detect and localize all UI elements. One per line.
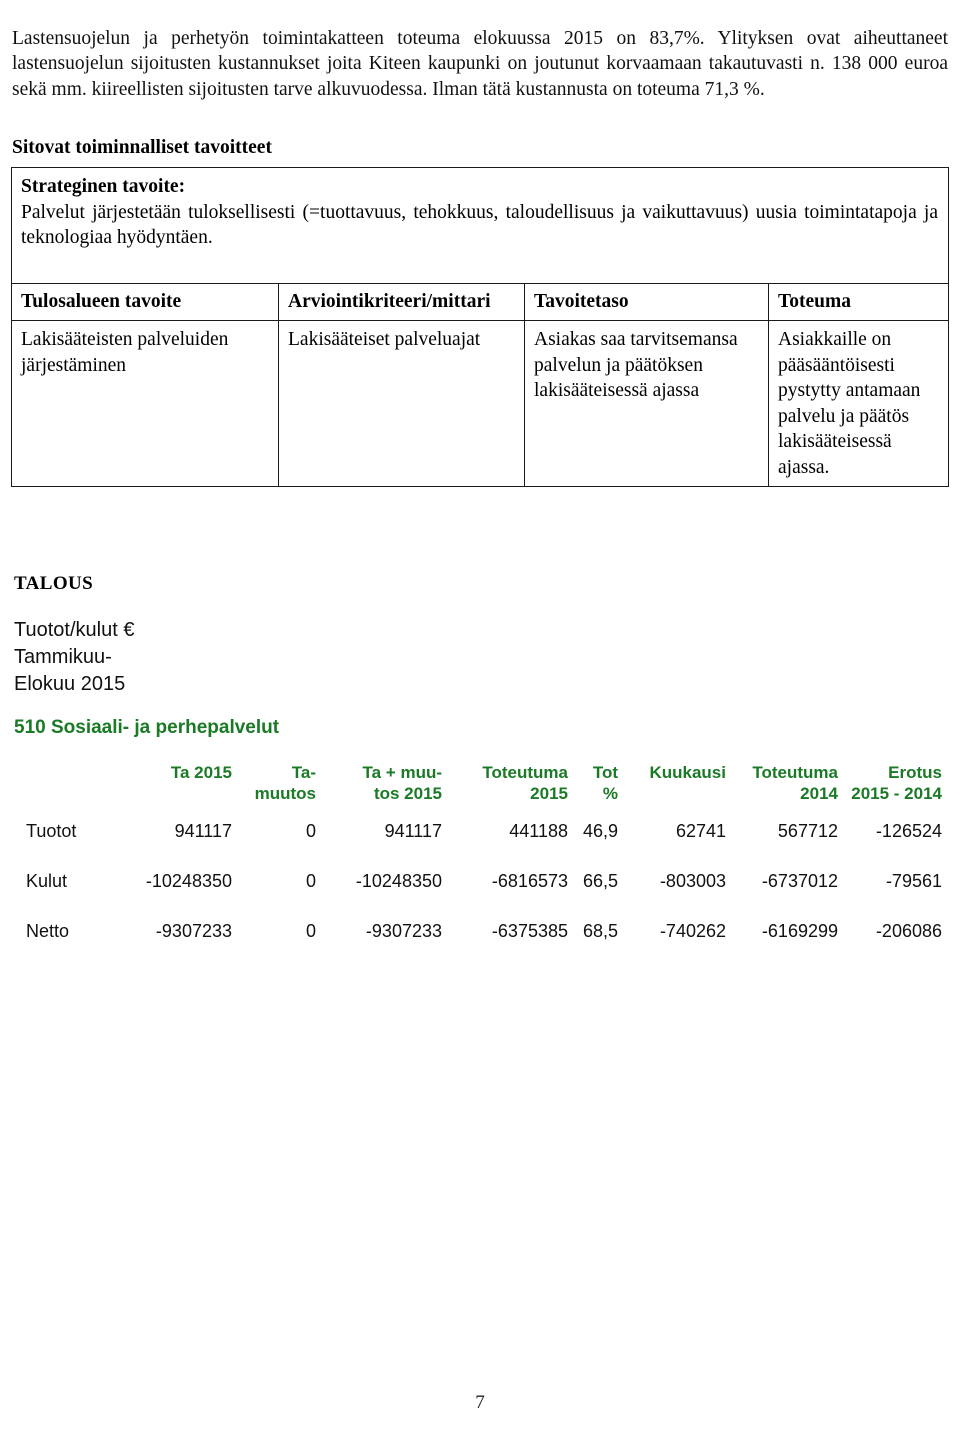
table-row: Kulut -10248350 0 -10248350 -6816573 66,…	[14, 856, 946, 906]
row-label-netto: Netto	[26, 921, 70, 941]
row-label-kulut: Kulut	[26, 871, 68, 891]
talous-heading: TALOUS	[14, 573, 94, 594]
cell-netto-toteutuma-2015: -6375385	[491, 921, 568, 941]
strategic-goal-label: Strateginen tavoite:	[21, 176, 186, 197]
column-header-arviointikriteeri: Arviointikriteeri/mittari	[278, 283, 525, 321]
cell-netto-ta-2015: -9307233	[155, 921, 232, 941]
cell-tuotot-erotus: -126524	[875, 821, 942, 841]
cell-kulut-toteutuma-2015: -6816573	[491, 871, 568, 891]
goals-table: Strateginen tavoite: Palvelut järjestetä…	[10, 167, 950, 487]
page-title: Sitovat toiminnalliset tavoitteet	[12, 137, 272, 159]
financial-table: Ta 2015 Ta- muutos Ta + muu- tos 2015 To…	[14, 762, 946, 956]
cell-tuotot-ta-plus-muutos: 941117	[384, 821, 442, 841]
row-label-tuotot: Tuotot	[26, 821, 77, 841]
cell-tuotot-ta-2015: 941117	[174, 821, 232, 841]
cell-kulut-kuukausi: -803003	[659, 871, 726, 891]
strategic-goal-row: Strateginen tavoite: Palvelut järjestetä…	[10, 167, 950, 284]
table-row: Lakisääteisten palveluiden järjestäminen…	[11, 320, 950, 487]
document-page: Lastensuojelun ja perhetyön toimintakatt…	[0, 0, 960, 1436]
column-header-tulosalueen-tavoite: Tulosalueen tavoite	[11, 283, 279, 321]
talous-subtitle: Tuotot/kulut € Tammikuu- Elokuu 2015	[14, 619, 135, 695]
goals-table-header-row: Tulosalueen tavoite Arviointikriteeri/mi…	[11, 283, 950, 321]
financial-column-header-erotus: Erotus 2015 - 2014	[851, 763, 942, 803]
column-header-tavoitetaso: Tavoitetaso	[524, 283, 769, 321]
cell-kulut-tot-prosentti: 66,5	[582, 871, 618, 891]
table-row: Netto -9307233 0 -9307233 -6375385 68,5 …	[14, 906, 946, 956]
cell-kulut-ta-2015: -10248350	[145, 871, 232, 891]
cell-tuotot-toteutuma-2015: 441188	[509, 821, 568, 841]
financial-header-row: Ta 2015 Ta- muutos Ta + muu- tos 2015 To…	[14, 762, 946, 806]
cell-netto-ta-muutos: 0	[305, 921, 316, 941]
cell-tuotot-toteutuma-2014: 567712	[777, 821, 838, 841]
cell-toteuma: Asiakkaille on pääsääntöisesti pystytty …	[767, 320, 950, 487]
financial-column-header-blank	[14, 762, 110, 806]
cell-kulut-erotus: -79561	[885, 871, 942, 891]
cell-kulut-ta-muutos: 0	[305, 871, 316, 891]
intro-paragraph: Lastensuojelun ja perhetyön toimintakatt…	[12, 27, 948, 100]
column-header-toteuma: Toteuma	[767, 283, 950, 321]
financial-column-header-kuukausi: Kuukausi	[649, 763, 726, 782]
cell-netto-toteutuma-2014: -6169299	[761, 921, 838, 941]
cell-tuotot-kuukausi: 62741	[675, 821, 726, 841]
cell-kulut-ta-plus-muutos: -10248350	[355, 871, 442, 891]
financial-column-header-ta-2015: Ta 2015	[170, 763, 232, 782]
cell-netto-ta-plus-muutos: -9307233	[365, 921, 442, 941]
cell-netto-tot-prosentti: 68,5	[582, 921, 618, 941]
cell-tulosalueen-tavoite: Lakisääteisten palveluiden järjestäminen	[11, 320, 279, 487]
financial-column-header-toteutuma-2014: Toteutuma 2014	[752, 763, 838, 803]
cell-netto-erotus: -206086	[875, 921, 942, 941]
cell-netto-kuukausi: -740262	[659, 921, 726, 941]
financial-table-title: 510 Sosiaali- ja perhepalvelut	[14, 717, 280, 738]
financial-column-header-ta-plus-muutos-2015: Ta + muu- tos 2015	[362, 763, 443, 803]
cell-tavoitetaso: Asiakas saa tarvitsemansa palvelun ja pä…	[524, 320, 769, 487]
cell-tuotot-tot-prosentti: 46,9	[582, 821, 618, 841]
financial-column-header-ta-muutos: Ta- muutos	[254, 763, 316, 803]
cell-kulut-toteutuma-2014: -6737012	[761, 871, 838, 891]
cell-tuotot-ta-muutos: 0	[305, 821, 316, 841]
table-row: Tuotot 941117 0 941117 441188 46,9 62741…	[14, 806, 946, 856]
strategic-goal-text: Palvelut järjestetään tuloksellisesti (=…	[21, 201, 939, 249]
strategic-goal-cell: Strateginen tavoite: Palvelut järjestetä…	[10, 167, 950, 284]
cell-arviointikriteeri: Lakisääteiset palveluajat	[278, 320, 525, 487]
financial-column-header-toteutuma-2015: Toteutuma 2015	[482, 763, 568, 803]
page-number: 7	[475, 1392, 485, 1413]
financial-column-header-tot-prosentti: Tot %	[592, 763, 618, 803]
